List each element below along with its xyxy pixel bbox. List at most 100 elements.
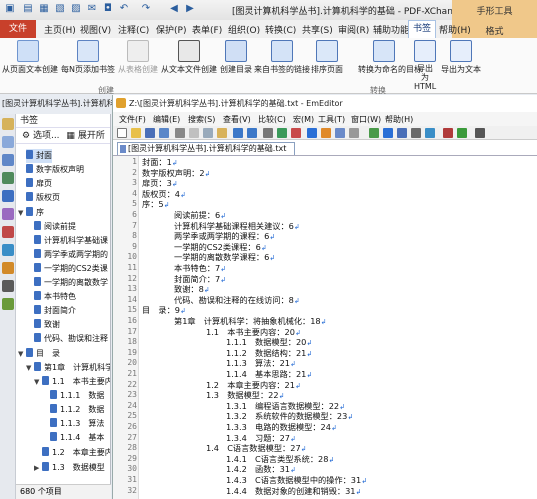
bookmark-item[interactable]: 本书特色	[34, 290, 76, 304]
destinations-panel-icon[interactable]	[2, 190, 14, 202]
export-text-button[interactable]: 导出为文本	[440, 40, 482, 75]
save-icon[interactable]	[145, 128, 155, 138]
fields-panel-icon[interactable]	[2, 262, 14, 274]
export-html-button[interactable]: 导出为HTML	[414, 40, 436, 91]
save-all-icon[interactable]	[159, 128, 169, 138]
collapse-icon[interactable]: ▼	[26, 361, 34, 375]
menu-view[interactable]: 查看(V)	[223, 114, 251, 125]
find-next-icon[interactable]	[277, 128, 287, 138]
bookmark-item[interactable]: 1.1.2 数据	[50, 403, 104, 417]
collapse-icon[interactable]: ▼	[18, 206, 26, 220]
new-file-icon[interactable]	[117, 128, 127, 138]
open-icon[interactable]: ▤	[22, 3, 34, 15]
expand-icon[interactable]: ▶	[34, 461, 42, 475]
create-toc-button[interactable]: 创建目录	[220, 40, 252, 75]
save-icon[interactable]: ▦	[38, 3, 50, 15]
marks-icon[interactable]	[349, 128, 359, 138]
tab-form[interactable]: 表单(F)	[192, 23, 222, 36]
text-editor[interactable]: 1 封面：1↲ 2 数字版权声明：2↲ 3 扉页：3↲ 4 版权页：4↲ 5 序：5↲ 6 阅读前提：…	[113, 155, 537, 499]
bookmark-item[interactable]: 1.1.3 算法	[50, 417, 104, 431]
replace-icon[interactable]	[291, 128, 301, 138]
compare-icon[interactable]	[411, 128, 421, 138]
menu-file[interactable]: 文件(F)	[119, 114, 146, 125]
bookmark-item[interactable]: 计算机科学基础课	[34, 234, 108, 248]
add-bookmark-every-n-pages-button[interactable]: 每N页添加书签	[60, 40, 116, 75]
filter-icon[interactable]	[307, 128, 317, 138]
bookmark-item[interactable]: 一学期的离散数学	[34, 276, 108, 290]
more-tools-icon[interactable]	[475, 128, 485, 138]
document-tab[interactable]: [图灵计算机科学丛书].计算机科	[2, 98, 122, 112]
bookmark-item[interactable]: 一学期的CS2类课	[34, 262, 108, 276]
bookmark-item[interactable]: 数字版权声明	[26, 163, 84, 177]
signatures-panel-icon[interactable]	[2, 208, 14, 220]
emeditor-document-tab[interactable]: [图灵计算机科学丛书].计算机科学的基础.txt	[117, 142, 295, 155]
tags-panel-icon[interactable]	[2, 298, 14, 310]
tab-accessibility[interactable]: 辅助功能	[373, 23, 409, 36]
file-menu-button[interactable]: 文件	[0, 20, 36, 38]
content-panel-icon[interactable]	[2, 280, 14, 292]
collapse-icon[interactable]: ▼	[18, 347, 26, 361]
bookmarks-panel-icon[interactable]	[2, 118, 14, 130]
menu-search[interactable]: 搜索(S)	[188, 114, 215, 125]
bookmark-item[interactable]: 两学季或两学期的	[34, 248, 108, 262]
create-from-page-text-button[interactable]: 从页面文本创建	[2, 40, 58, 75]
bookmark-item[interactable]: 封面	[26, 149, 52, 163]
print-icon[interactable]: ▧	[54, 3, 66, 15]
undo-icon[interactable]: ↶	[118, 3, 130, 15]
tab-review[interactable]: 审阅(R)	[338, 23, 369, 36]
redo-icon[interactable]: ↷	[140, 3, 152, 15]
options-icon[interactable]: ⚙	[22, 131, 30, 141]
bookmark-item[interactable]: ▶ 1.3 数据模型	[34, 461, 105, 475]
back-icon[interactable]: ◀	[168, 3, 180, 15]
bookmark-item[interactable]: ▼ 1.1 本书主要内	[34, 375, 110, 389]
wrap-icon[interactable]	[335, 128, 345, 138]
bookmark-item[interactable]: 封面简介	[34, 304, 76, 318]
menu-edit[interactable]: 编辑(E)	[153, 114, 180, 125]
bookmark-line-icon[interactable]	[321, 128, 331, 138]
convert-to-named-destinations-button[interactable]: 转换为命名的目标	[358, 40, 422, 75]
tab-share[interactable]: 共享(S)	[302, 23, 333, 36]
collapse-icon[interactable]: ▼	[34, 375, 42, 389]
tab-help[interactable]: 帮助(H)	[439, 23, 471, 36]
options-button[interactable]: 选项...	[33, 131, 60, 141]
bookmark-item[interactable]: 1.1.1 数据	[50, 389, 104, 403]
bookmark-item[interactable]: 版权页	[26, 191, 60, 205]
menu-compare[interactable]: 比较(C)	[258, 114, 286, 125]
copy-icon[interactable]	[203, 128, 213, 138]
bookmark-item[interactable]: 扉页	[26, 177, 52, 191]
csv-icon[interactable]	[383, 128, 393, 138]
bookmark-item[interactable]: 1.2 本章主要内	[42, 446, 110, 460]
comments-panel-icon[interactable]	[2, 226, 14, 238]
split-icon[interactable]	[397, 128, 407, 138]
search-panel-icon[interactable]	[2, 244, 14, 256]
pages-panel-icon[interactable]	[2, 136, 14, 148]
tab-convert[interactable]: 转换(C)	[265, 23, 296, 36]
open-folder-icon[interactable]	[131, 128, 141, 138]
macro-record-icon[interactable]	[443, 128, 453, 138]
undo-icon[interactable]	[233, 128, 243, 138]
outline-icon[interactable]	[369, 128, 379, 138]
forward-icon[interactable]: ▶	[184, 3, 196, 15]
links-from-bookmarks-button[interactable]: 来自书签的链接	[254, 40, 310, 75]
cut-icon[interactable]	[189, 128, 199, 138]
tab-protect[interactable]: 保护(P)	[156, 23, 186, 36]
bookmark-item[interactable]: ▼ 目 录	[18, 347, 60, 361]
bookmark-item[interactable]: 致谢	[34, 318, 60, 332]
create-from-table-button[interactable]: 从表格创建	[118, 40, 158, 75]
print-icon[interactable]	[175, 128, 185, 138]
tab-organize[interactable]: 组织(O)	[228, 23, 260, 36]
tab-view[interactable]: 视图(V)	[80, 23, 111, 36]
expand-all-button[interactable]: 展开所	[78, 131, 105, 141]
tab-home[interactable]: 主页(H)	[44, 23, 76, 36]
bookmark-item[interactable]: 阅读前提	[34, 220, 76, 234]
bookmark-item[interactable]: ▼ 第1章 计算机科学	[26, 361, 110, 375]
camera-icon[interactable]: ◘	[102, 3, 114, 15]
attachments-panel-icon[interactable]	[2, 172, 14, 184]
macro-run-icon[interactable]	[457, 128, 467, 138]
scan-icon[interactable]: ▨	[70, 3, 82, 15]
bookmark-item[interactable]: 代码、勘误和注释	[34, 332, 108, 346]
menu-macro[interactable]: 宏(M)	[293, 114, 314, 125]
tab-bookmarks[interactable]: 书签	[408, 20, 436, 38]
tab-comment[interactable]: 注释(C)	[118, 23, 149, 36]
sync-scroll-icon[interactable]	[425, 128, 435, 138]
